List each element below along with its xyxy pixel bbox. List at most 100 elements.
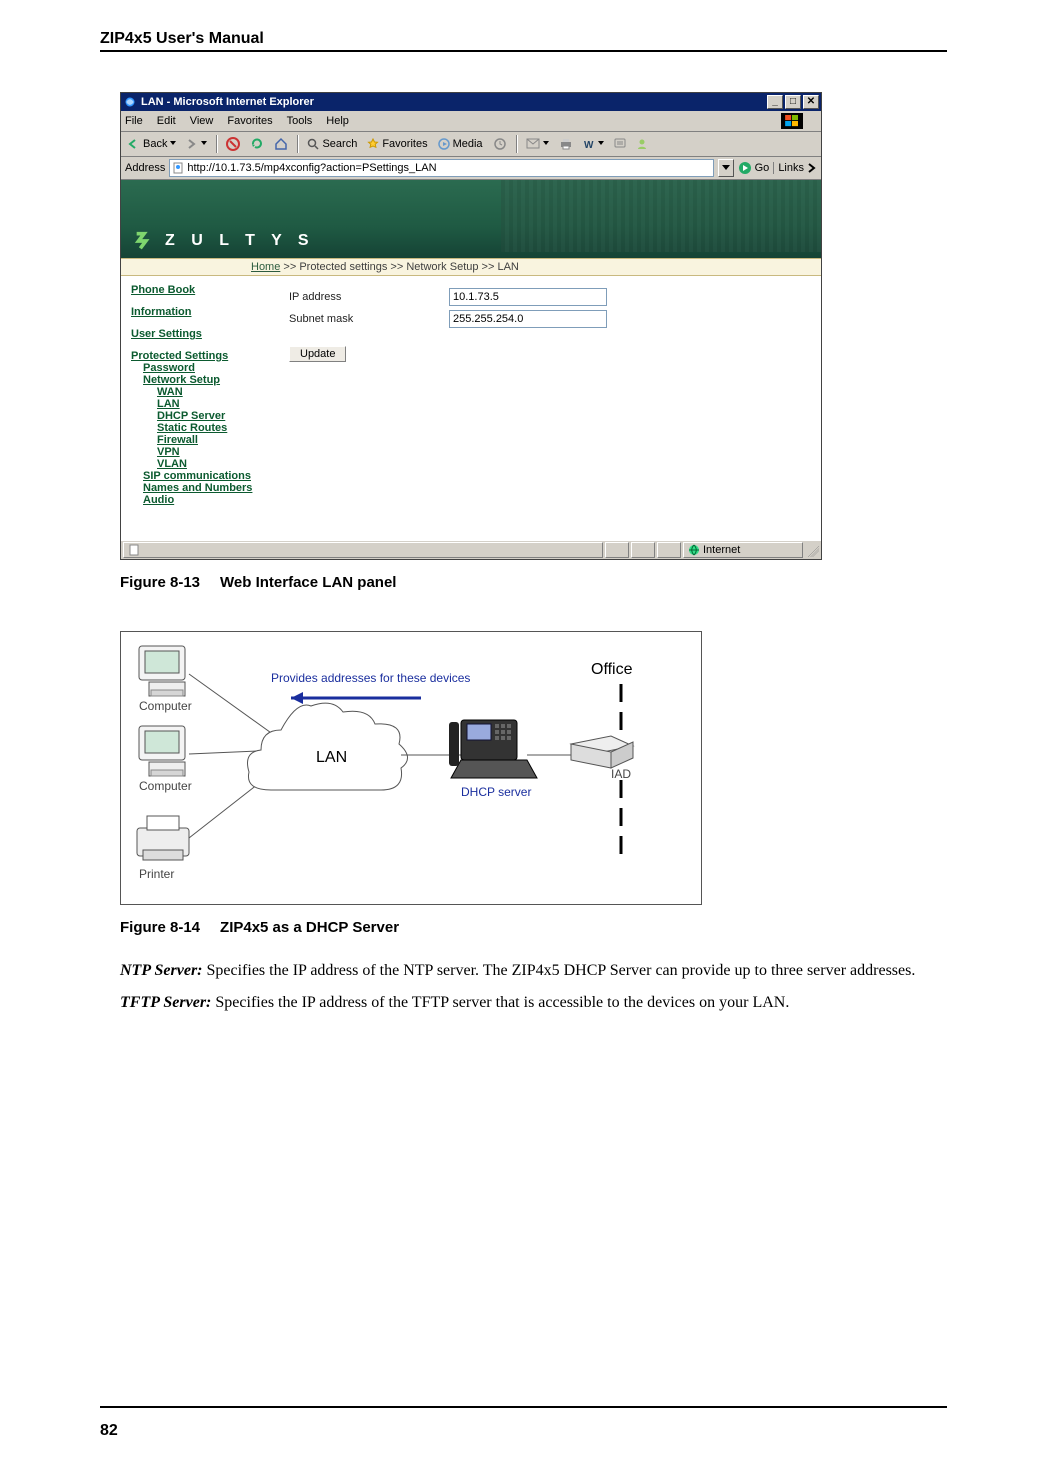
edit-button[interactable]: W: [580, 138, 607, 150]
breadcrumb-bar: Home >> Protected settings >> Network Se…: [121, 258, 821, 276]
crumb-lan: LAN: [497, 261, 518, 273]
nav-sip[interactable]: SIP communications: [143, 470, 281, 482]
menu-file[interactable]: File: [125, 115, 143, 127]
menu-edit[interactable]: Edit: [157, 115, 176, 127]
zone-cell: Internet: [683, 542, 803, 558]
mail-button[interactable]: [523, 138, 552, 150]
lan-label: LAN: [316, 749, 347, 766]
page-icon: [128, 544, 140, 556]
forward-button[interactable]: [183, 138, 210, 150]
nav-information[interactable]: Information: [131, 306, 281, 318]
search-button[interactable]: Search: [304, 138, 360, 150]
nav-static-routes[interactable]: Static Routes: [157, 422, 281, 434]
page-icon: [172, 162, 184, 174]
figure-8-13-caption: Figure 8-13Web Interface LAN panel: [120, 574, 947, 591]
forward-arrow-icon: [186, 138, 198, 150]
messenger-button[interactable]: [633, 138, 651, 150]
back-label: Back: [143, 138, 167, 150]
favorites-label: Favorites: [382, 138, 427, 150]
address-url: http://10.1.73.5/mp4xconfig?action=PSett…: [187, 162, 436, 174]
nav-lan[interactable]: LAN: [157, 398, 281, 410]
nav-protected-settings[interactable]: Protected Settings: [131, 350, 281, 362]
search-label: Search: [322, 138, 357, 150]
zultys-mark-icon: [133, 230, 155, 252]
ie-icon: [123, 95, 137, 109]
print-button[interactable]: [556, 138, 576, 150]
nav-password[interactable]: Password: [143, 362, 281, 374]
status-left: [123, 542, 603, 558]
chevron-down-icon: [201, 141, 207, 147]
chevron-down-icon: [722, 165, 730, 171]
mask-label: Subnet mask: [289, 313, 449, 325]
ip-label: IP address: [289, 291, 449, 303]
lan-cloud: [248, 703, 408, 790]
tftp-term: TFTP Server:: [120, 994, 211, 1011]
tftp-text: Specifies the IP address of the TFTP ser…: [211, 994, 789, 1011]
menu-tools[interactable]: Tools: [287, 115, 313, 127]
nav-dhcp[interactable]: DHCP Server: [157, 410, 281, 422]
links-button[interactable]: Links: [773, 162, 817, 174]
menu-view[interactable]: View: [190, 115, 214, 127]
titlebar: LAN - Microsoft Internet Explorer _ □ ✕: [121, 93, 821, 111]
windows-logo-icon: [781, 113, 803, 129]
dhcp-label: DHCP server: [461, 785, 531, 799]
figure-8-14-diagram: Computer Computer Printer: [120, 631, 702, 905]
iad-icon: [571, 736, 633, 768]
computer-label: Computer: [139, 699, 192, 713]
go-label: Go: [755, 162, 770, 174]
update-button[interactable]: Update: [289, 346, 346, 362]
nav-phone-book[interactable]: Phone Book: [131, 284, 281, 296]
refresh-button[interactable]: [247, 137, 267, 151]
window-title: LAN - Microsoft Internet Explorer: [141, 96, 314, 108]
nav-firewall[interactable]: Firewall: [157, 434, 281, 446]
fig-num: Figure 8-14: [120, 919, 200, 936]
media-button[interactable]: Media: [435, 138, 486, 150]
search-icon: [307, 138, 319, 150]
home-icon: [274, 137, 288, 151]
close-button[interactable]: ✕: [803, 95, 819, 109]
menu-favorites[interactable]: Favorites: [227, 115, 272, 127]
running-head: ZIP4x5 User's Manual: [100, 30, 947, 48]
nav-vpn[interactable]: VPN: [157, 446, 281, 458]
figure-8-14-caption: Figure 8-14ZIP4x5 as a DHCP Server: [120, 919, 947, 936]
chevron-right-icon: [807, 163, 817, 173]
refresh-icon: [250, 137, 264, 151]
nav-audio[interactable]: Audio: [143, 494, 281, 506]
crumb-home[interactable]: Home: [251, 261, 280, 273]
edit-w-icon: W: [583, 138, 595, 150]
chevron-down-icon: [543, 141, 549, 147]
minimize-button[interactable]: _: [767, 95, 783, 109]
nav-vlan[interactable]: VLAN: [157, 458, 281, 470]
links-label: Links: [778, 162, 804, 174]
ip-input[interactable]: [449, 288, 607, 306]
history-button[interactable]: [490, 137, 510, 151]
provides-label: Provides addresses for these devices: [271, 671, 470, 685]
home-button[interactable]: [271, 137, 291, 151]
mask-input[interactable]: [449, 310, 607, 328]
address-dropdown[interactable]: [718, 159, 734, 177]
stop-icon: [226, 137, 240, 151]
discuss-button[interactable]: [611, 138, 629, 150]
crumb-sep: >>: [387, 261, 406, 273]
status-cell: [605, 542, 629, 558]
nav-user-settings[interactable]: User Settings: [131, 328, 281, 340]
banner-photo: [501, 180, 821, 252]
nav-wan[interactable]: WAN: [157, 386, 281, 398]
nav-network-setup[interactable]: Network Setup: [143, 374, 281, 386]
zone-label: Internet: [703, 544, 740, 556]
iad-label: IAD: [611, 767, 631, 781]
go-button[interactable]: Go: [738, 161, 770, 175]
favorites-button[interactable]: Favorites: [364, 138, 430, 150]
resize-grip-icon[interactable]: [805, 543, 819, 557]
stop-button[interactable]: [223, 137, 243, 151]
maximize-button[interactable]: □: [785, 95, 801, 109]
address-input[interactable]: http://10.1.73.5/mp4xconfig?action=PSett…: [169, 159, 713, 177]
page-number: 82: [100, 1422, 118, 1440]
back-button[interactable]: Back: [125, 138, 179, 150]
ntp-term: NTP Server:: [120, 962, 203, 979]
phone-icon: [449, 720, 537, 778]
go-icon: [738, 161, 752, 175]
nav-names-numbers[interactable]: Names and Numbers: [143, 482, 281, 494]
menu-help[interactable]: Help: [326, 115, 349, 127]
fig-title: Web Interface LAN panel: [220, 574, 396, 591]
